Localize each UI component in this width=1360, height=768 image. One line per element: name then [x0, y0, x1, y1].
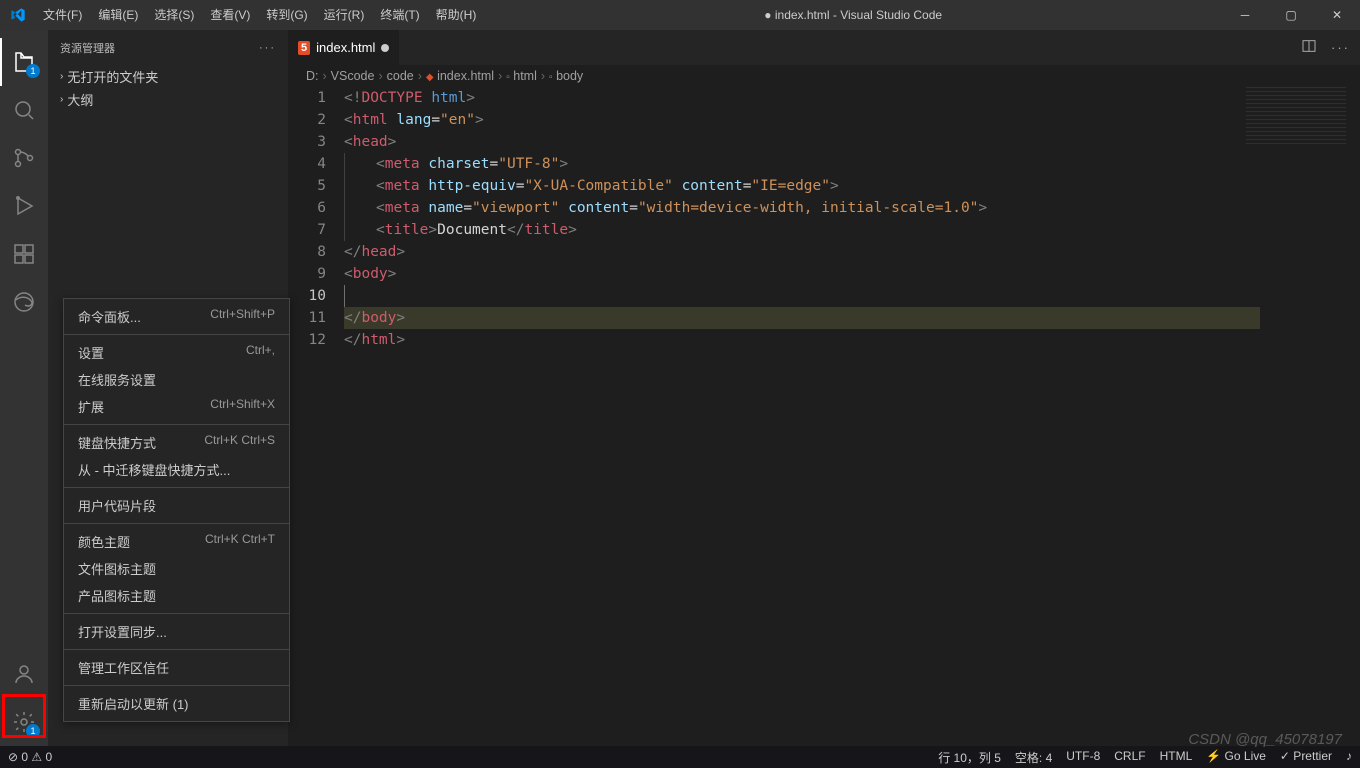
- chevron-right-icon: ›: [60, 94, 63, 105]
- maximize-button[interactable]: ▢: [1268, 0, 1314, 30]
- context-menu-item[interactable]: 颜色主题Ctrl+K Ctrl+T: [64, 528, 289, 555]
- activity-bar: 1 1: [0, 30, 48, 746]
- status-item[interactable]: HTML: [1160, 749, 1193, 766]
- window-title: ● index.html - Visual Studio Code: [484, 8, 1222, 22]
- context-menu-item[interactable]: 管理工作区信任: [64, 654, 289, 681]
- status-bar: ⊘ 0 ⚠ 0 行 10，列 5 空格: 4 UTF-8 CRLF HTML ⚡ Go L…: [0, 746, 1360, 768]
- menu-item[interactable]: 运行(R): [316, 0, 373, 30]
- vscode-logo-icon: [0, 7, 35, 23]
- more-icon[interactable]: ···: [259, 42, 276, 54]
- menu-item[interactable]: 编辑(E): [90, 0, 146, 30]
- menu-item[interactable]: 转到(G): [258, 0, 315, 30]
- status-item[interactable]: CRLF: [1114, 749, 1145, 766]
- tab-bar: 5 index.html ···: [288, 30, 1360, 65]
- breadcrumb-item[interactable]: D:: [306, 69, 319, 83]
- status-item[interactable]: UTF-8: [1066, 749, 1100, 766]
- minimap[interactable]: [1246, 87, 1346, 147]
- breadcrumb-item[interactable]: ▫ body: [549, 69, 583, 83]
- status-item[interactable]: ♪: [1346, 749, 1352, 766]
- account-icon[interactable]: [0, 650, 48, 698]
- status-problems[interactable]: ⊘ 0 ⚠ 0: [8, 750, 52, 764]
- badge-icon: 1: [26, 724, 40, 738]
- run-debug-icon[interactable]: [0, 182, 48, 230]
- editor-area: 5 index.html ··· D: › VScode › code ›◆ i…: [288, 30, 1360, 746]
- sidebar-section[interactable]: ›大纲: [48, 88, 288, 111]
- breadcrumb-item[interactable]: VScode: [331, 69, 375, 83]
- breadcrumbs[interactable]: D: › VScode › code ›◆ index.html›▫ html›…: [288, 65, 1360, 87]
- close-button[interactable]: ✕: [1314, 0, 1360, 30]
- context-menu-item[interactable]: 用户代码片段: [64, 492, 289, 519]
- chevron-right-icon: ›: [60, 71, 63, 82]
- menu-bar: 文件(F)编辑(E)选择(S)查看(V)转到(G)运行(R)终端(T)帮助(H): [35, 0, 484, 30]
- breadcrumb-item[interactable]: ▫ html: [506, 69, 537, 83]
- search-icon[interactable]: [0, 86, 48, 134]
- sidebar-title: 资源管理器: [60, 40, 115, 56]
- status-item[interactable]: 空格: 4: [1015, 749, 1052, 766]
- html-file-icon: 5: [298, 41, 310, 55]
- menu-item[interactable]: 终端(T): [372, 0, 427, 30]
- context-menu-item[interactable]: 重新启动以更新 (1): [64, 690, 289, 717]
- context-menu-item[interactable]: 扩展Ctrl+Shift+X: [64, 393, 289, 420]
- code-editor[interactable]: 123456789101112 <!DOCTYPE html><html lan…: [288, 87, 1360, 746]
- tab-index-html[interactable]: 5 index.html: [288, 30, 400, 65]
- vertical-scrollbar[interactable]: [1346, 65, 1360, 746]
- context-menu-item[interactable]: 键盘快捷方式Ctrl+K Ctrl+S: [64, 429, 289, 456]
- context-menu-item[interactable]: 产品图标主题: [64, 582, 289, 609]
- status-item[interactable]: ✓ Prettier: [1280, 749, 1332, 766]
- edge-tools-icon[interactable]: [0, 278, 48, 326]
- gear-icon[interactable]: 1: [0, 698, 48, 746]
- settings-context-menu: 命令面板...Ctrl+Shift+P 设置Ctrl+,在线服务设置扩展Ctrl+…: [63, 298, 290, 722]
- menu-item[interactable]: 选择(S): [146, 0, 202, 30]
- status-item[interactable]: ⚡ Go Live: [1206, 749, 1266, 766]
- source-control-icon[interactable]: [0, 134, 48, 182]
- menu-item[interactable]: 文件(F): [35, 0, 90, 30]
- title-bar: 文件(F)编辑(E)选择(S)查看(V)转到(G)运行(R)终端(T)帮助(H)…: [0, 0, 1360, 30]
- context-menu-item[interactable]: 打开设置同步...: [64, 618, 289, 645]
- minimize-button[interactable]: ─: [1222, 0, 1268, 30]
- context-menu-item[interactable]: 从 - 中迁移键盘快捷方式...: [64, 456, 289, 483]
- context-menu-item[interactable]: 设置Ctrl+,: [64, 339, 289, 366]
- status-item[interactable]: 行 10，列 5: [938, 749, 1001, 766]
- sidebar-section[interactable]: ›无打开的文件夹: [48, 65, 288, 88]
- menu-item[interactable]: 查看(V): [202, 0, 258, 30]
- context-menu-item[interactable]: 在线服务设置: [64, 366, 289, 393]
- more-icon[interactable]: ···: [1331, 40, 1350, 55]
- context-menu-item[interactable]: 文件图标主题: [64, 555, 289, 582]
- breadcrumb-item[interactable]: ◆ index.html: [426, 69, 494, 83]
- breadcrumb-item[interactable]: code: [387, 69, 414, 83]
- badge-icon: 1: [26, 64, 40, 78]
- extensions-icon[interactable]: [0, 230, 48, 278]
- dirty-indicator-icon: [381, 44, 389, 52]
- explorer-icon[interactable]: 1: [0, 38, 48, 86]
- split-editor-icon[interactable]: [1301, 38, 1317, 57]
- context-menu-item[interactable]: 命令面板...Ctrl+Shift+P: [64, 303, 289, 330]
- menu-item[interactable]: 帮助(H): [428, 0, 485, 30]
- tab-label: index.html: [316, 40, 375, 55]
- watermark-text: CSDN @qq_45078197: [1188, 731, 1342, 748]
